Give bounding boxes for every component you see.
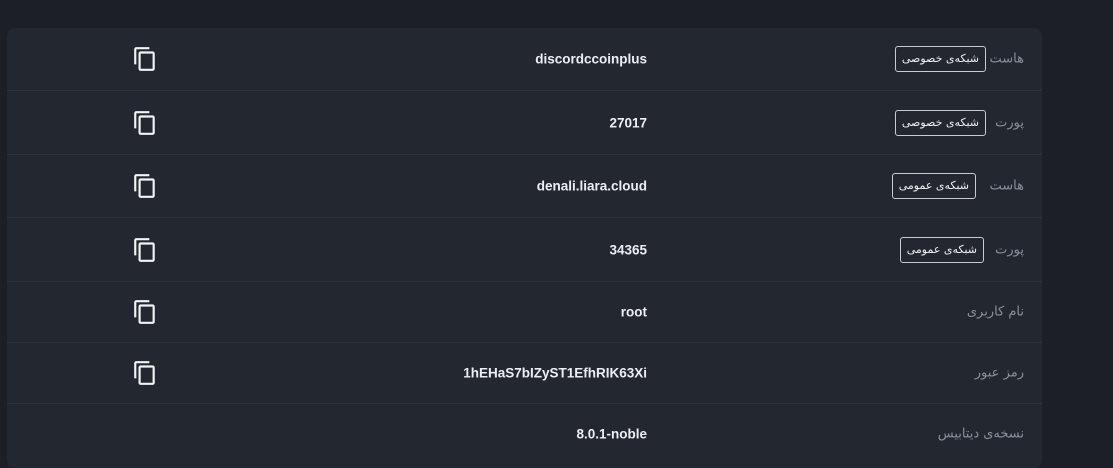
network-badge: شبکه‌ی خصوصی [894, 109, 986, 136]
row-label: پورت [995, 115, 1024, 130]
row-private-host: هاست شبکه‌ی خصوصی discordccoinplus [7, 28, 1042, 91]
connection-info-card: هاست شبکه‌ی خصوصی discordccoinplus پورت … [7, 28, 1042, 468]
copy-icon[interactable] [132, 360, 158, 386]
row-value: 27017 [609, 115, 647, 130]
row-value: 1hEHaS7bIZyST1EfhRIK63Xi [463, 365, 647, 381]
copy-icon[interactable] [132, 46, 158, 72]
row-label: نسخه‌ی دیتابیس [937, 426, 1024, 442]
network-badge: شبکه‌ی خصوصی [894, 46, 986, 72]
row-label: رمز عبور [974, 365, 1024, 381]
row-label: پورت [995, 242, 1024, 257]
network-badge: شبکه‌ی عمومی [891, 173, 976, 199]
row-private-port: پورت شبکه‌ی خصوصی 27017 [7, 91, 1042, 155]
copy-icon[interactable] [132, 237, 158, 263]
row-password: رمز عبور 1hEHaS7bIZyST1EfhRIK63Xi [7, 343, 1042, 404]
row-value: root [620, 304, 647, 320]
row-label: هاست [989, 178, 1024, 194]
row-value: 34365 [609, 242, 647, 257]
row-label: هاست [989, 51, 1024, 67]
row-value: discordccoinplus [535, 51, 647, 67]
row-label: نام کاربری [966, 304, 1024, 320]
row-value: denali.liara.cloud [536, 178, 647, 194]
network-badge: شبکه‌ی عمومی [899, 236, 984, 263]
row-db-version: نسخه‌ی دیتابیس 8.0.1-noble [7, 404, 1042, 464]
row-public-host: هاست شبکه‌ی عمومی denali.liara.cloud [7, 155, 1042, 218]
row-value: 8.0.1-noble [576, 426, 647, 442]
copy-icon[interactable] [132, 110, 158, 136]
row-username: نام کاربری root [7, 282, 1042, 343]
copy-icon[interactable] [132, 299, 158, 325]
copy-icon[interactable] [132, 173, 158, 199]
row-public-port: پورت شبکه‌ی عمومی 34365 [7, 218, 1042, 282]
